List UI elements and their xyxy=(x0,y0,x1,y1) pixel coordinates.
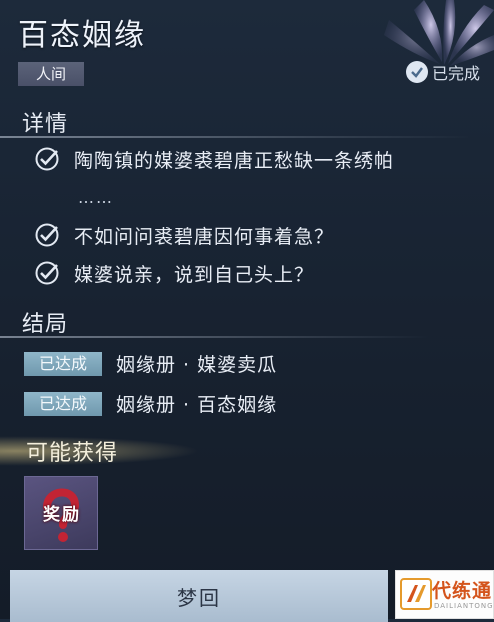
details-divider xyxy=(0,136,470,138)
watermark-logo: 代练通 DAILIANTONG xyxy=(395,570,494,619)
check-circle-icon xyxy=(35,261,59,285)
detail-item: 陶陶镇的媒婆裘碧唐正愁缺一条绣帕 xyxy=(34,146,394,176)
detail-text: 不如问问裘碧唐因何事着急？ xyxy=(74,226,335,248)
realm-tag: 人间 xyxy=(18,62,84,86)
ending-text: 姻缘册 · 百态姻缘 xyxy=(116,394,278,416)
ending-row: 已达成 姻缘册 · 百态姻缘 xyxy=(24,390,277,417)
detail-text: 媒婆说亲，说到自己头上？ xyxy=(74,264,315,286)
watermark-text: 代练通 xyxy=(432,580,493,602)
reward-label: 奖励 xyxy=(43,505,81,525)
achieved-badge: 已达成 xyxy=(24,391,102,416)
rewards-heading: 可能获得 xyxy=(26,441,119,466)
details-heading: 详情 xyxy=(22,112,69,137)
ending-divider xyxy=(0,336,430,338)
ending-text: 姻缘册 · 媒婆卖瓜 xyxy=(116,354,278,376)
detail-text-continuation: …… xyxy=(78,188,114,207)
ending-row: 已达成 姻缘册 · 媒婆卖瓜 xyxy=(24,350,277,377)
watermark-subtext: DAILIANTONG xyxy=(434,602,494,610)
detail-item: 不如问问裘碧唐因何事着急？ xyxy=(34,222,334,252)
reward-slot[interactable]: 奖励 xyxy=(24,476,98,550)
completion-status-text: 已完成 xyxy=(431,64,480,83)
check-circle-icon xyxy=(35,147,59,171)
watermark-logo-icon xyxy=(400,578,432,610)
detail-text: 陶陶镇的媒婆裘碧唐正愁缺一条绣帕 xyxy=(74,150,395,172)
check-circle-icon xyxy=(35,223,59,247)
lotus-decoration-icon xyxy=(384,0,494,66)
completion-status: 已完成 xyxy=(405,60,480,84)
ending-heading: 结局 xyxy=(22,312,69,337)
check-circle-icon xyxy=(405,61,428,83)
dream-replay-button[interactable]: 梦回 xyxy=(10,570,388,622)
detail-item: 媒婆说亲，说到自己头上？ xyxy=(34,260,314,290)
quest-title: 百态姻缘 xyxy=(18,18,146,53)
achieved-badge: 已达成 xyxy=(24,351,102,376)
